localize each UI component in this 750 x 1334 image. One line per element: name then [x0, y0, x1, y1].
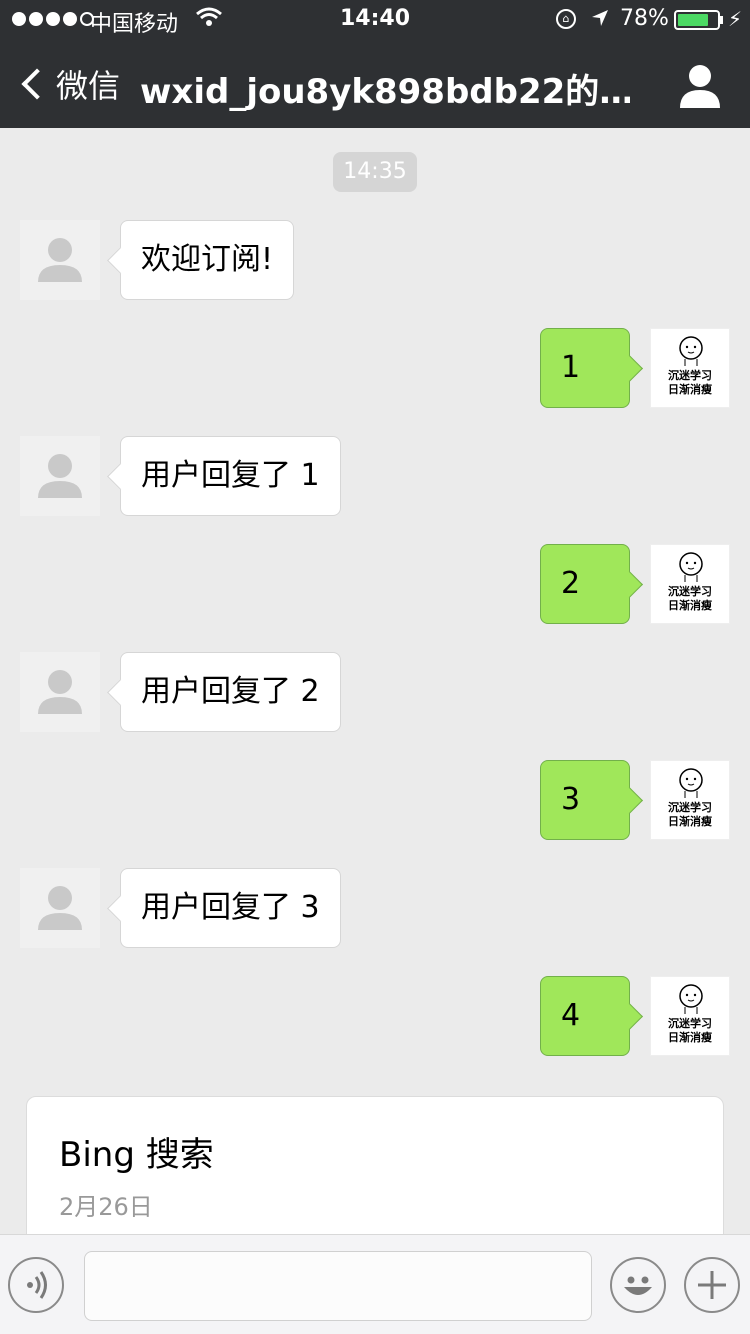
- my-avatar[interactable]: 沉迷学习 日渐消瘦: [650, 760, 730, 840]
- sticker-line-2: 日渐消瘦: [668, 599, 712, 612]
- lock-rotation-icon: ⌂: [556, 9, 576, 29]
- back-chevron-icon: [21, 68, 53, 100]
- plus-icon: [698, 1271, 726, 1299]
- profile-icon: [680, 65, 720, 108]
- battery-tip: [720, 16, 723, 24]
- sticker-face-icon: [679, 768, 703, 798]
- contact-avatar[interactable]: [20, 652, 100, 732]
- link-card-date: 2月26日: [59, 1193, 153, 1221]
- sticker-caption: 沉迷学习 日渐消瘦: [651, 585, 729, 613]
- sticker-line-2: 日渐消瘦: [668, 1031, 712, 1044]
- default-avatar-icon: [38, 886, 82, 930]
- sticker-line-1: 沉迷学习: [668, 369, 712, 382]
- my-avatar[interactable]: 沉迷学习 日渐消瘦: [650, 328, 730, 408]
- default-avatar-icon: [38, 238, 82, 282]
- profile-button[interactable]: [672, 62, 728, 110]
- charging-bolt-icon: ⚡: [728, 7, 743, 31]
- more-button[interactable]: [684, 1257, 740, 1313]
- back-label: 微信: [56, 67, 121, 105]
- back-button[interactable]: 微信: [16, 58, 120, 110]
- voice-button[interactable]: [8, 1257, 64, 1313]
- sticker-line-1: 沉迷学习: [668, 801, 712, 814]
- incoming-message[interactable]: 欢迎订阅!: [120, 220, 295, 300]
- incoming-message[interactable]: 用户回复了 2: [120, 652, 341, 732]
- incoming-message[interactable]: 用户回复了 3: [120, 868, 341, 948]
- link-card-title: Bing 搜索: [59, 1135, 214, 1175]
- contact-avatar[interactable]: [20, 436, 100, 516]
- location-arrow-icon: [590, 8, 610, 34]
- incoming-message[interactable]: 用户回复了 1: [120, 436, 341, 516]
- top-bar: 中国移动 14:40 ⌂ 78% ⚡ 微信 wxid_jou8yk898bdb2…: [0, 0, 750, 128]
- sticker-line-2: 日渐消瘦: [668, 815, 712, 828]
- my-avatar[interactable]: 沉迷学习 日渐消瘦: [650, 544, 730, 624]
- voice-icon: [27, 1271, 47, 1299]
- sticker-line-1: 沉迷学习: [668, 585, 712, 598]
- default-avatar-icon: [38, 454, 82, 498]
- my-avatar[interactable]: 沉迷学习 日渐消瘦: [650, 976, 730, 1056]
- sticker-face-icon: [679, 336, 703, 366]
- chat-title: wxid_jou8yk898bdb22的…: [140, 72, 630, 112]
- message-input[interactable]: [84, 1251, 592, 1321]
- sticker-line-1: 沉迷学习: [668, 1017, 712, 1030]
- input-bar: [0, 1234, 750, 1334]
- sticker-face-icon: [679, 552, 703, 582]
- sticker-face-icon: [679, 984, 703, 1014]
- sticker-caption: 沉迷学习 日渐消瘦: [651, 369, 729, 397]
- sticker-caption: 沉迷学习 日渐消瘦: [651, 801, 729, 829]
- emoji-icon: [624, 1276, 652, 1295]
- outgoing-message[interactable]: 3: [540, 760, 630, 840]
- contact-avatar[interactable]: [20, 220, 100, 300]
- link-card[interactable]: Bing 搜索 2月26日: [26, 1096, 724, 1256]
- message-timestamp: 14:35: [333, 152, 417, 192]
- navigation-bar: 微信 wxid_jou8yk898bdb22的…: [0, 40, 750, 128]
- sticker-caption: 沉迷学习 日渐消瘦: [651, 1017, 729, 1045]
- default-avatar-icon: [38, 670, 82, 714]
- outgoing-message[interactable]: 1: [540, 328, 630, 408]
- outgoing-message[interactable]: 2: [540, 544, 630, 624]
- battery-percent: 78%: [620, 6, 669, 31]
- outgoing-message[interactable]: 4: [540, 976, 630, 1056]
- sticker-line-2: 日渐消瘦: [668, 383, 712, 396]
- battery-icon: [674, 10, 720, 30]
- contact-avatar[interactable]: [20, 868, 100, 948]
- emoji-button[interactable]: [610, 1257, 666, 1313]
- status-bar: 中国移动 14:40 ⌂ 78% ⚡: [0, 0, 750, 40]
- battery-fill: [678, 14, 708, 26]
